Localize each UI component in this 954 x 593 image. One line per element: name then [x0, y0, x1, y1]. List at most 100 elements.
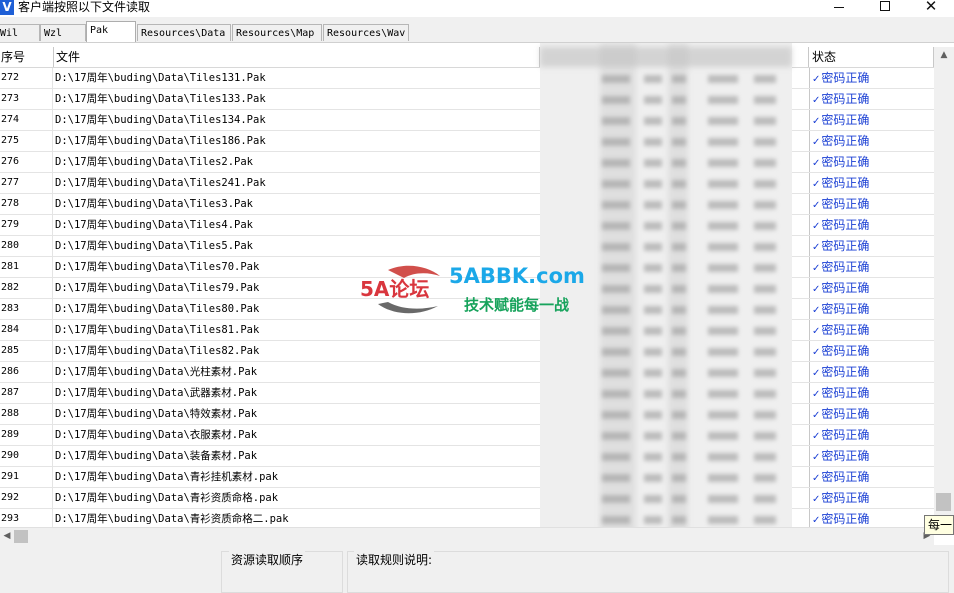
row-index: 292: [0, 488, 53, 508]
row-status: ✓密码正确: [809, 236, 933, 256]
blur-mark: [754, 117, 776, 125]
blur-mark: [754, 411, 776, 419]
tab-resources-map[interactable]: Resources\Map: [232, 24, 322, 41]
row-status: ✓密码正确: [809, 152, 933, 172]
blur-mark: [672, 453, 686, 461]
load-order-title: 资源读取顺序: [229, 551, 306, 568]
status-text: 密码正确: [821, 428, 870, 442]
status-text: 密码正确: [821, 134, 870, 148]
table-row[interactable]: 284 D:\17周年\buding\Data\Tiles81.Pak ✓密码正确: [0, 320, 934, 341]
table-row[interactable]: 276 D:\17周年\buding\Data\Tiles2.Pak ✓密码正确: [0, 152, 934, 173]
horizontal-scrollbar[interactable]: ◀ ▶: [0, 527, 934, 545]
table-row[interactable]: 286 D:\17周年\buding\Data\光柱素材.Pak ✓密码正确: [0, 362, 934, 383]
row-file-path: D:\17周年\buding\Data\Tiles5.Pak: [55, 240, 254, 252]
check-icon: ✓: [812, 200, 821, 211]
status-text: 密码正确: [821, 218, 870, 232]
check-icon: ✓: [812, 221, 821, 232]
tab-pak[interactable]: Pak: [86, 21, 136, 42]
blur-mark: [708, 495, 738, 503]
check-icon: ✓: [812, 179, 821, 190]
row-file-path: D:\17周年\buding\Data\Tiles81.Pak: [55, 324, 260, 336]
minimize-button[interactable]: [816, 0, 862, 15]
blurred-region: [540, 43, 792, 546]
scroll-up-icon[interactable]: ▲: [934, 47, 954, 63]
column-header-file[interactable]: 文件: [54, 47, 540, 67]
blur-mark: [754, 138, 776, 146]
row-status: ✓密码正确: [809, 89, 933, 109]
blur-mark: [708, 306, 738, 314]
table-row[interactable]: 289 D:\17周年\buding\Data\衣服素材.Pak ✓密码正确: [0, 425, 934, 446]
blur-mark: [644, 96, 662, 104]
row-index: 273: [0, 89, 53, 109]
watermark-main-text: 5ABBK.com: [449, 264, 585, 288]
blur-mark: [672, 348, 686, 356]
blur-mark: [602, 117, 630, 125]
tab-resources-data[interactable]: Resources\Data: [137, 24, 231, 41]
row-status: ✓密码正确: [809, 467, 933, 487]
table-row[interactable]: 275 D:\17周年\buding\Data\Tiles186.Pak ✓密码正确: [0, 131, 934, 152]
blur-mark: [754, 474, 776, 482]
blur-mark: [602, 327, 630, 335]
blur-mark: [602, 201, 630, 209]
column-header-status[interactable]: 状态: [808, 47, 934, 67]
blur-mark: [708, 453, 738, 461]
blur-mark: [672, 75, 686, 83]
table-row[interactable]: 280 D:\17周年\buding\Data\Tiles5.Pak ✓密码正确: [0, 236, 934, 257]
blur-mark: [708, 222, 738, 230]
blur-mark: [754, 369, 776, 377]
blur-mark: [644, 369, 662, 377]
row-file-path: D:\17周年\buding\Data\武器素材.Pak: [55, 387, 258, 399]
bottom-panel: 资源读取顺序 读取规则说明:: [0, 545, 954, 593]
blur-mark: [644, 264, 662, 272]
table-row[interactable]: 279 D:\17周年\buding\Data\Tiles4.Pak ✓密码正确: [0, 215, 934, 236]
table-row[interactable]: 273 D:\17周年\buding\Data\Tiles133.Pak ✓密码正确: [0, 89, 934, 110]
row-index: 285: [0, 341, 53, 361]
table-row[interactable]: 274 D:\17周年\buding\Data\Tiles134.Pak ✓密码正确: [0, 110, 934, 131]
status-text: 密码正确: [821, 323, 870, 337]
row-file-path: D:\17周年\buding\Data\Tiles82.Pak: [55, 345, 260, 357]
maximize-button[interactable]: [862, 0, 908, 15]
table-row[interactable]: 291 D:\17周年\buding\Data\青衫挂机素材.pak ✓密码正确: [0, 467, 934, 488]
blur-mark: [672, 495, 686, 503]
tab-wil[interactable]: Wil: [0, 24, 40, 41]
blur-mark: [672, 117, 686, 125]
row-index: 281: [0, 257, 53, 277]
check-icon: ✓: [812, 305, 821, 316]
table-row[interactable]: 287 D:\17周年\buding\Data\武器素材.Pak ✓密码正确: [0, 383, 934, 404]
vertical-scroll-thumb[interactable]: [936, 493, 951, 511]
row-file-path: D:\17周年\buding\Data\Tiles186.Pak: [55, 135, 266, 147]
table-row[interactable]: 292 D:\17周年\buding\Data\青衫资质命格.pak ✓密码正确: [0, 488, 934, 509]
table-row[interactable]: 278 D:\17周年\buding\Data\Tiles3.Pak ✓密码正确: [0, 194, 934, 215]
app-icon: V: [0, 0, 14, 15]
tab-resources-wav[interactable]: Resources\Wav: [323, 24, 409, 41]
blur-mark: [672, 285, 686, 293]
blur-mark: [602, 411, 630, 419]
row-index: 293: [0, 509, 53, 529]
status-text: 密码正确: [821, 407, 870, 421]
row-index: 283: [0, 299, 53, 319]
row-index: 288: [0, 404, 53, 424]
blur-mark: [644, 138, 662, 146]
column-header-index[interactable]: 序号: [0, 47, 54, 67]
row-file-path: D:\17周年\buding\Data\Tiles134.Pak: [55, 114, 266, 126]
check-icon: ✓: [812, 242, 821, 253]
tab-wzl[interactable]: Wzl: [40, 24, 86, 41]
close-button[interactable]: ✕: [908, 0, 954, 15]
blur-mark: [644, 474, 662, 482]
table-row[interactable]: 290 D:\17周年\buding\Data\装备素材.Pak ✓密码正确: [0, 446, 934, 467]
horizontal-scroll-thumb[interactable]: [14, 530, 28, 543]
blur-mark: [644, 432, 662, 440]
blur-mark: [602, 222, 630, 230]
blur-mark: [708, 432, 738, 440]
scroll-left-icon[interactable]: ◀: [0, 528, 14, 545]
table-row[interactable]: 285 D:\17周年\buding\Data\Tiles82.Pak ✓密码正确: [0, 341, 934, 362]
blur-mark: [754, 201, 776, 209]
blur-mark: [672, 474, 686, 482]
table-row[interactable]: 288 D:\17周年\buding\Data\特效素材.Pak ✓密码正确: [0, 404, 934, 425]
blur-mark: [672, 306, 686, 314]
vertical-scrollbar[interactable]: ▲ ▼: [934, 47, 954, 527]
table-row[interactable]: 272 D:\17周年\buding\Data\Tiles131.Pak ✓密码正确: [0, 68, 934, 89]
table-row[interactable]: 277 D:\17周年\buding\Data\Tiles241.Pak ✓密码正确: [0, 173, 934, 194]
blur-mark: [602, 516, 630, 524]
blur-mark: [602, 180, 630, 188]
